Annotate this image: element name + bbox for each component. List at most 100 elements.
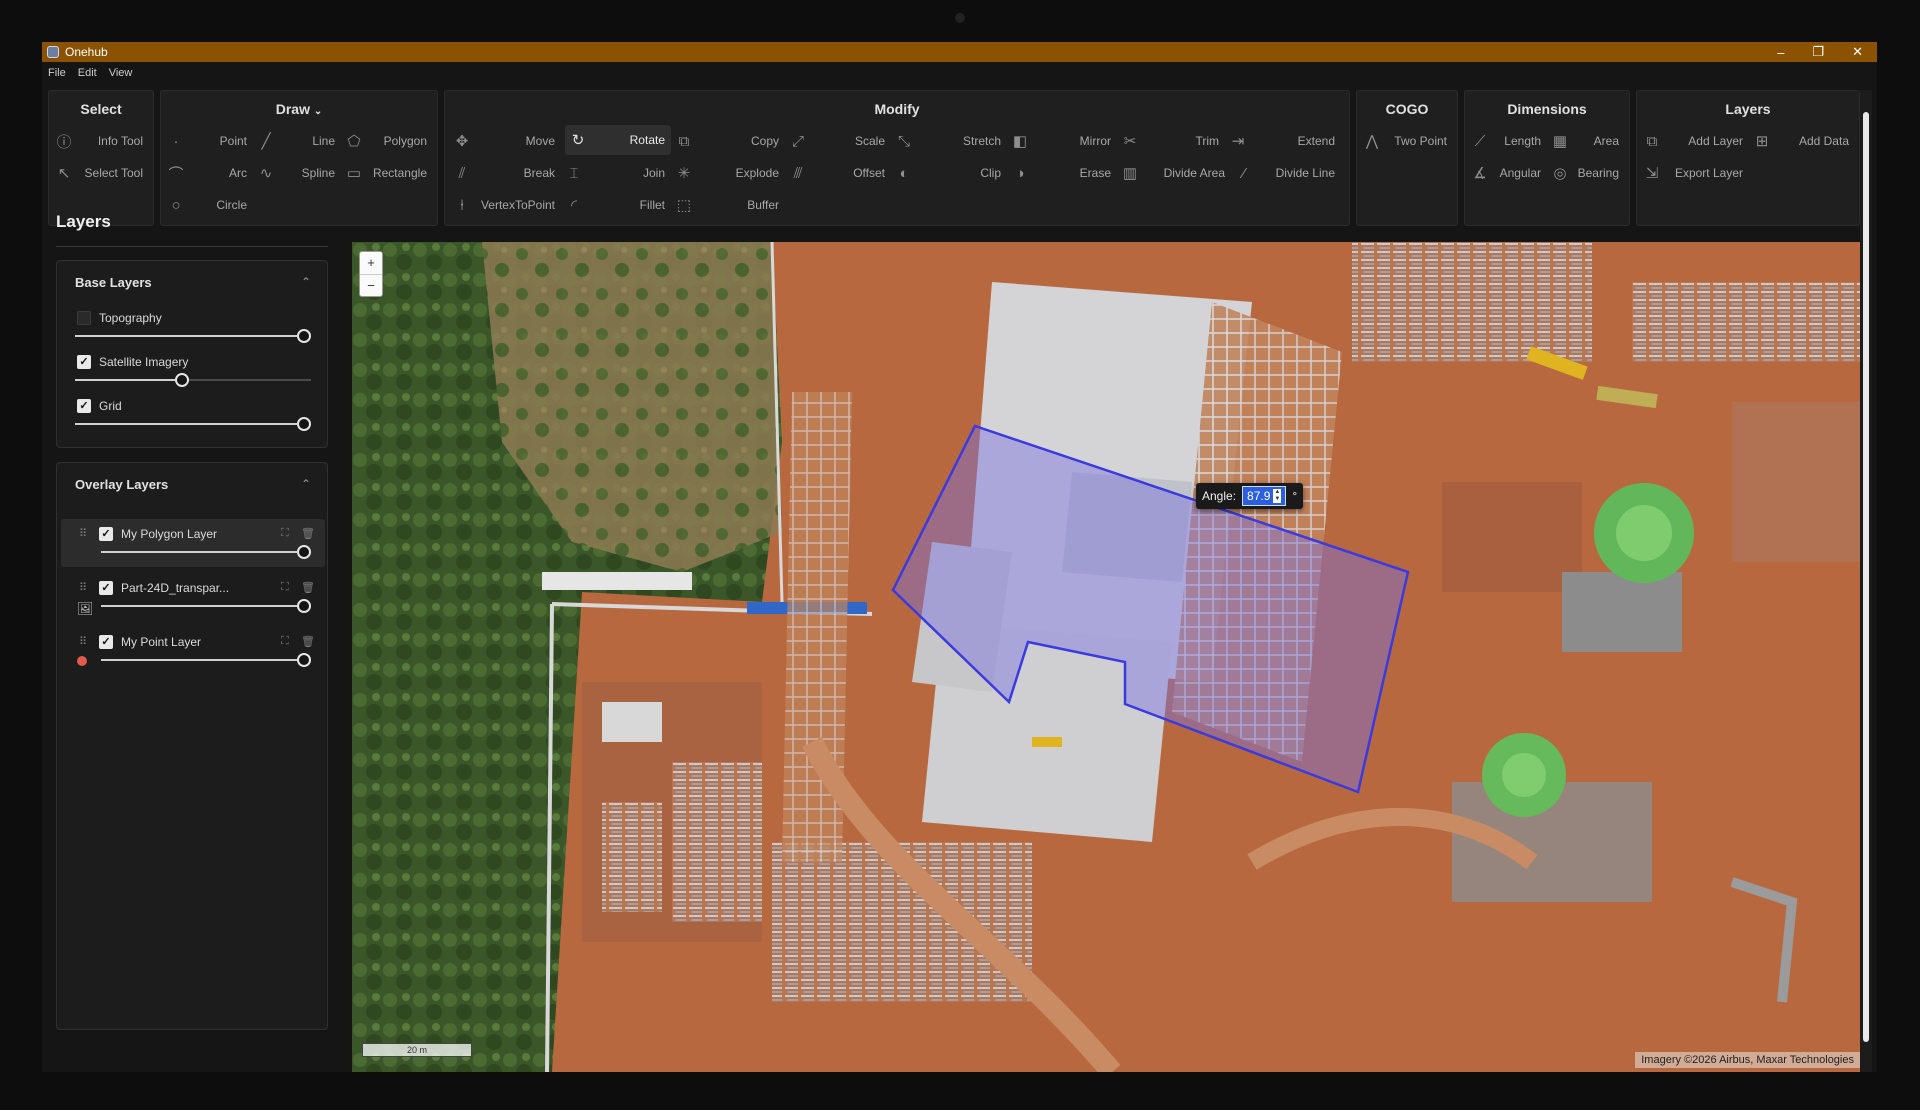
trash-icon[interactable]: 🗑	[301, 581, 315, 594]
add-layer-button[interactable]: ⧉ Add Layer	[1643, 127, 1749, 155]
menu-view[interactable]: View	[109, 67, 133, 79]
my-point-layer-opacity-slider[interactable]	[101, 653, 311, 667]
info-icon: ⓘ	[56, 133, 72, 151]
grid-checkbox[interactable]: ✓	[77, 399, 91, 413]
angle-spinner[interactable]: ▲ ▼	[1273, 489, 1282, 503]
my-point-layer-checkbox[interactable]: ✓	[99, 635, 113, 649]
topography-opacity-slider[interactable]	[75, 329, 311, 343]
spin-down-icon[interactable]: ▼	[1274, 496, 1280, 503]
length-tool-button[interactable]: ⟋ Length	[1471, 127, 1547, 155]
offset-tool-button[interactable]: ⫻ Offset	[789, 159, 891, 187]
join-tool-button[interactable]: ⌶ Join	[565, 159, 671, 187]
info-tool-button[interactable]: ⓘ Info Tool	[55, 127, 149, 155]
maximize-button[interactable]: ❐	[1812, 44, 1824, 60]
title-bar: Onehub – ❐ ✕	[42, 42, 1877, 62]
layer-name-part-24d: Part-24D_transpar...	[121, 581, 230, 595]
grid-opacity-slider[interactable]	[75, 417, 311, 431]
area-tool-button[interactable]: ▦ Area	[1551, 127, 1625, 155]
polygon-tool-button[interactable]: ⬠ Polygon	[345, 127, 433, 155]
drag-handle-icon[interactable]: ⠿	[79, 527, 87, 540]
line-icon: ╱	[261, 133, 271, 150]
trash-icon[interactable]: 🗑	[301, 635, 315, 648]
bearing-tool-button[interactable]: ◎ Bearing	[1551, 159, 1625, 187]
buffer-icon: ⬚	[676, 197, 692, 214]
spline-tool-button[interactable]: ∿ Spline	[257, 159, 341, 187]
satellite-imagery-opacity-slider[interactable]	[75, 373, 311, 387]
slider-handle[interactable]	[297, 653, 311, 667]
vertical-scrollbar[interactable]	[1860, 90, 1872, 1072]
divide-line-tool-button[interactable]: ⁄ Divide Line	[1235, 159, 1341, 187]
chevron-up-icon[interactable]: ⌃	[301, 275, 311, 289]
spline-icon: ∿	[259, 165, 273, 182]
chevron-up-icon[interactable]: ⌃	[301, 477, 311, 491]
zoom-out-button[interactable]: −	[360, 274, 382, 296]
group-title-select: Select	[80, 101, 122, 117]
rotate-icon: ↻	[571, 132, 585, 149]
line-tool-button[interactable]: ╱ Line	[257, 127, 341, 155]
export-layer-button[interactable]: ⇲ Export Layer	[1643, 159, 1749, 187]
point-tool-button[interactable]: · Point	[167, 127, 253, 155]
buffer-tool-button[interactable]: ⬚ Buffer	[675, 191, 785, 219]
explode-tool-button[interactable]: ✳ Explode	[675, 159, 785, 187]
clip-tool-button[interactable]: ◐ Clip	[895, 159, 1007, 187]
map-canvas[interactable]	[352, 242, 1862, 1072]
add-layer-icon: ⧉	[1646, 132, 1658, 150]
mirror-tool-button[interactable]: ◧ Mirror	[1011, 127, 1117, 155]
group-title-draw[interactable]: Draw ⌄	[161, 101, 437, 117]
angle-input[interactable]: 87.9 ▲ ▼	[1242, 486, 1287, 506]
topography-checkbox[interactable]	[77, 311, 91, 325]
fillet-tool-button[interactable]: ◜ Fillet	[565, 191, 671, 219]
zoom-to-layer-icon[interactable]: ⛶	[281, 581, 289, 594]
add-data-button[interactable]: ⊞ Add Data	[1753, 127, 1855, 155]
spin-up-icon[interactable]: ▲	[1274, 489, 1280, 496]
scale-tool-button[interactable]: ⤢ Scale	[789, 127, 891, 155]
slider-handle[interactable]	[297, 417, 311, 431]
menu-edit[interactable]: Edit	[78, 67, 97, 79]
zoom-to-layer-icon[interactable]: ⛶	[281, 527, 289, 540]
copy-tool-button[interactable]: ⧉ Copy	[675, 127, 785, 155]
slider-handle[interactable]	[297, 545, 311, 559]
menu-file[interactable]: File	[48, 67, 66, 79]
cursor-icon: ↖	[57, 165, 71, 182]
two-point-tool-button[interactable]: ⋀ Two Point	[1363, 127, 1453, 155]
rectangle-tool-button[interactable]: ▭ Rectangle	[345, 159, 433, 187]
fillet-icon: ◜	[571, 197, 577, 214]
slider-handle[interactable]	[297, 599, 311, 613]
drag-handle-icon[interactable]: ⠿	[79, 581, 87, 594]
select-tool-button[interactable]: ↖ Select Tool	[55, 159, 149, 187]
divide-area-tool-button[interactable]: ▥ Divide Area	[1121, 159, 1231, 187]
break-tool-button[interactable]: ⫽ Break	[453, 159, 561, 187]
stretch-tool-button[interactable]: ⤡ Stretch	[895, 127, 1007, 155]
scrollbar-thumb[interactable]	[1863, 112, 1869, 1042]
copy-icon: ⧉	[678, 132, 690, 150]
ruler-icon: ⟋	[1474, 132, 1486, 150]
vertex-to-point-tool-button[interactable]: ⍿ VertexToPoint	[453, 191, 561, 219]
angular-tool-button[interactable]: ∡ Angular	[1471, 159, 1547, 187]
satellite-imagery-checkbox[interactable]: ✓	[77, 355, 91, 369]
part-24d-opacity-slider[interactable]	[101, 599, 311, 613]
close-button[interactable]: ✕	[1852, 44, 1863, 60]
my-polygon-layer-opacity-slider[interactable]	[101, 545, 311, 559]
erase-tool-button[interactable]: ◑ Erase	[1011, 159, 1117, 187]
drag-handle-icon[interactable]: ⠿	[79, 635, 87, 648]
slider-handle[interactable]	[297, 329, 311, 343]
trash-icon[interactable]: 🗑	[301, 527, 315, 540]
layers-panel: Layers Base Layers ⌃ Topography ✓ Satell…	[56, 202, 328, 1030]
my-polygon-layer-checkbox[interactable]: ✓	[99, 527, 113, 541]
group-title-layers: Layers	[1725, 101, 1771, 117]
zoom-in-button[interactable]: +	[360, 252, 382, 274]
angle-value[interactable]: 87.9	[1247, 489, 1270, 503]
slider-handle[interactable]	[175, 373, 189, 387]
zoom-to-layer-icon[interactable]: ⛶	[281, 635, 289, 648]
window-title: Onehub	[65, 45, 108, 59]
arc-tool-button[interactable]: ⌒ Arc	[167, 159, 253, 187]
part-24d-checkbox[interactable]: ✓	[99, 581, 113, 595]
minimize-button[interactable]: –	[1777, 45, 1784, 60]
break-icon: ⫽	[458, 164, 466, 182]
extend-tool-button[interactable]: ⇥ Extend	[1229, 127, 1341, 155]
rotate-tool-button[interactable]: ↻ Rotate	[565, 125, 671, 155]
overlay-layers-card: Overlay Layers ⌃ ⠿ ✓ My Polygon Layer ⛶ …	[56, 462, 328, 1030]
move-tool-button[interactable]: ✥ Move	[453, 127, 561, 155]
trim-tool-button[interactable]: ✂ Trim	[1121, 127, 1225, 155]
layer-name-my-polygon-layer: My Polygon Layer	[121, 527, 218, 541]
